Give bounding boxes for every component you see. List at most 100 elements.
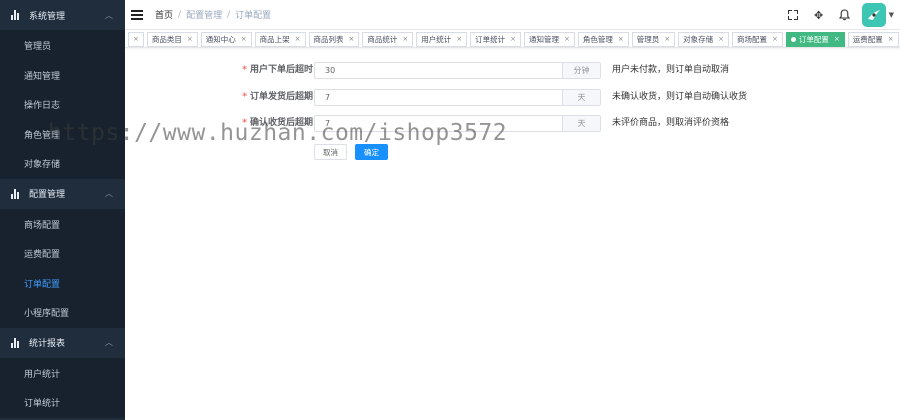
menu-group-label: 配置管理 — [29, 190, 66, 200]
chevron-up-icon: ︿ — [105, 338, 113, 347]
close-icon[interactable]: × — [888, 35, 894, 43]
input-value[interactable]: 30 — [315, 63, 562, 78]
cancel-button[interactable]: 取消 — [314, 144, 347, 160]
menu-item-order-stat[interactable]: 订单统计 — [0, 388, 125, 418]
tag-item[interactable]: 用户统计 × — [416, 31, 468, 47]
menu-item-express-config[interactable]: 运费配置 — [0, 239, 125, 269]
close-icon[interactable]: × — [664, 35, 670, 43]
comment-timeout-input[interactable]: 7 天 — [314, 115, 601, 132]
menu-item-order-config[interactable]: 订单配置 — [0, 268, 125, 298]
chart-bar-icon — [11, 188, 22, 199]
tag-label: 商品上架 — [259, 34, 290, 44]
input-value[interactable]: 7 — [315, 116, 562, 131]
menu-group-system[interactable]: 系统管理 ︿ — [0, 0, 125, 31]
form-label: * 订单发货后超期 — [242, 92, 313, 102]
input-unit: 分钟 — [562, 63, 600, 78]
form-hint: 未确认收货，则订单自动确认收货 — [612, 92, 748, 102]
form-label: * 确认收货后超期 — [242, 118, 313, 128]
form-hint: 未评价商品，则取消评价资格 — [612, 118, 730, 128]
tags-view: × 商品类目 × 通知中心 × 商品上架 × 商品列表 × 商品统计 × 用户统计 × 订单… — [125, 31, 900, 48]
tag-item[interactable]: 管理员 × — [631, 31, 676, 47]
menu-group-label: 系统管理 — [29, 11, 66, 22]
tag-item[interactable]: 订单统计 × — [470, 31, 521, 47]
tag-item[interactable]: 通知中心 × — [200, 31, 252, 47]
tag-item[interactable]: 商场配置 × — [732, 31, 783, 47]
menu-group-config[interactable]: 配置管理 ︿ — [0, 178, 125, 210]
tag-item[interactable]: 商品统计 × — [362, 31, 414, 47]
chart-bar-icon — [11, 10, 22, 20]
menu-item-user-stat[interactable]: 用户统计 — [0, 358, 125, 388]
close-icon[interactable]: × — [133, 35, 139, 43]
menu-group-label: 统计报表 — [29, 339, 66, 349]
tag-label: 商场配置 — [737, 34, 767, 44]
bell-icon[interactable] — [838, 8, 852, 22]
menu-item-mall-config[interactable]: 商场配置 — [0, 209, 125, 239]
tag-label: 角色管理 — [582, 34, 613, 44]
close-icon[interactable]: × — [456, 35, 462, 43]
close-icon[interactable]: × — [618, 35, 624, 43]
tag-label: 订单配置 — [798, 34, 829, 44]
tag-label: 运费配置 — [852, 34, 883, 44]
tag-item-active[interactable]: 订单配置 × — [785, 31, 845, 47]
form-hint: 用户未付款，则订单自动取消 — [612, 65, 730, 75]
close-icon[interactable]: × — [510, 35, 516, 43]
menu-group-stat[interactable]: 统计报表 ︿ — [0, 327, 125, 359]
close-icon[interactable]: × — [295, 35, 301, 43]
hamburger-icon[interactable] — [131, 9, 143, 20]
tag-label: 对象存储 — [683, 34, 714, 44]
breadcrumb: 首页 / 配置管理 / 订单配置 — [155, 8, 272, 22]
input-value[interactable]: 7 — [315, 90, 562, 105]
close-icon[interactable]: × — [241, 35, 247, 43]
tag-item[interactable]: 运费配置 × — [847, 31, 899, 47]
tag-label: 管理员 — [636, 34, 660, 44]
caret-down-icon[interactable]: ▼ — [889, 11, 894, 19]
close-icon[interactable]: × — [772, 35, 778, 43]
chart-bar-icon — [11, 337, 22, 348]
breadcrumb-current: 订单配置 — [235, 11, 272, 21]
tag-item[interactable]: 通知管理 × — [524, 31, 575, 47]
menu-item-storage[interactable]: 对象存储 — [0, 149, 125, 179]
tag-label: 订单统计 — [475, 34, 506, 44]
menu-item-wx-config[interactable]: 小程序配置 — [0, 298, 125, 328]
header-actions: ✥ ▼ — [774, 0, 900, 30]
tag-item[interactable]: 商品列表 × — [308, 31, 360, 47]
navbar: 首页 / 配置管理 / 订单配置 ✥ ▼ — [125, 0, 900, 30]
input-unit: 天 — [562, 90, 600, 105]
tag-item[interactable]: 商品类目 × — [146, 31, 198, 47]
form-row-unconfirm: * 订单发货后超期 7 天 未确认收货，则订单自动确认收货 — [125, 89, 900, 106]
tag-label: 用户统计 — [421, 34, 452, 44]
active-dot-icon — [790, 36, 796, 42]
menu-item-role[interactable]: 角色管理 — [0, 119, 125, 149]
chevron-up-icon: ︿ — [105, 189, 113, 198]
close-icon[interactable]: × — [718, 35, 724, 43]
confirm-button[interactable]: 确定 — [355, 144, 388, 160]
close-icon[interactable]: × — [349, 35, 355, 43]
breadcrumb-home[interactable]: 首页 — [155, 8, 173, 21]
size-move-icon[interactable]: ✥ — [812, 8, 826, 22]
close-icon[interactable]: × — [564, 35, 570, 43]
menu-item-admin[interactable]: 管理员 — [0, 31, 125, 61]
order-config-form: * 用户下单后超时 30 分钟 用户未付款，则订单自动取消 * 订单发货后超期 7 … — [125, 48, 900, 420]
tag-item[interactable]: 商品上架 × — [254, 31, 306, 47]
breadcrumb-separator: / — [227, 9, 231, 20]
tag-partial[interactable]: × — [128, 31, 144, 47]
sidebar: 系统管理 ︿ 管理员 通知管理 操作日志 角色管理 对象存储 配置管理 ︿ 商场… — [0, 0, 125, 420]
unpaid-timeout-input[interactable]: 30 分钟 — [314, 62, 601, 79]
form-row-comment: * 确认收货后超期 7 天 未评价商品，则取消评价资格 — [125, 115, 900, 132]
tag-label: 通知中心 — [205, 34, 236, 44]
fullscreen-icon[interactable] — [786, 8, 800, 22]
close-icon[interactable]: × — [834, 35, 840, 43]
form-label: * 用户下单后超时 — [242, 65, 313, 75]
menu-item-log[interactable]: 操作日志 — [0, 90, 125, 120]
unconfirm-timeout-input[interactable]: 7 天 — [314, 89, 601, 106]
tag-label: 商品类目 — [151, 34, 182, 44]
input-unit: 天 — [562, 116, 600, 131]
avatar[interactable] — [861, 3, 886, 27]
chevron-up-icon: ︿ — [105, 10, 113, 20]
tag-item[interactable]: 角色管理 × — [577, 31, 629, 47]
close-icon[interactable]: × — [402, 35, 408, 43]
menu-item-notice[interactable]: 通知管理 — [0, 60, 125, 90]
close-icon[interactable]: × — [187, 35, 193, 43]
tag-label: 通知管理 — [529, 34, 559, 44]
tag-item[interactable]: 对象存储 × — [678, 31, 729, 47]
